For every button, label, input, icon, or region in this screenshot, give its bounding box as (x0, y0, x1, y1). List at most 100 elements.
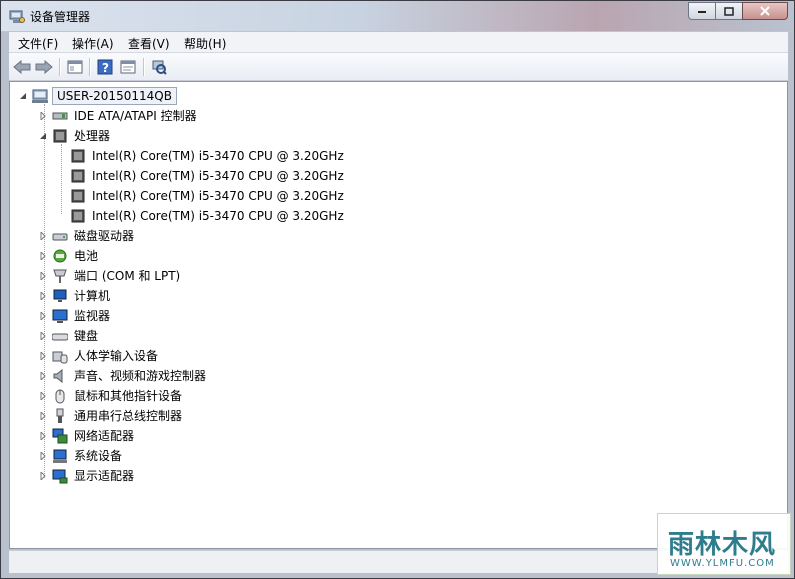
expand-arrow-icon[interactable] (38, 471, 48, 481)
tree-item-label: 端口 (COM 和 LPT) (74, 269, 181, 283)
processor-icon (52, 128, 68, 144)
battery-icon (52, 248, 68, 264)
tree-item-keyboard[interactable]: 键盘 (38, 326, 100, 346)
collapse-arrow-icon[interactable] (18, 91, 28, 101)
tree-item-label: Intel(R) Core(TM) i5-3470 CPU @ 3.20GHz (92, 209, 344, 223)
processor-icon (70, 148, 86, 164)
properties-icon[interactable] (119, 58, 137, 76)
title-bar[interactable]: 设备管理器 (1, 1, 794, 31)
tree-item-label: 监视器 (74, 309, 111, 323)
tree-child-cpu[interactable]: Intel(R) Core(TM) i5-3470 CPU @ 3.20GHz (70, 206, 346, 226)
tree-item-processor[interactable]: 处理器 (38, 126, 112, 146)
expand-arrow-icon[interactable] (38, 331, 48, 341)
port-icon (52, 268, 68, 284)
expand-arrow-icon[interactable] (38, 311, 48, 321)
menu-file[interactable]: 文件(F) (18, 35, 58, 52)
tree-child-cpu[interactable]: Intel(R) Core(TM) i5-3470 CPU @ 3.20GHz (70, 146, 346, 166)
tree-item-battery[interactable]: 电池 (38, 246, 100, 266)
scan-hardware-icon[interactable] (150, 58, 168, 76)
computer-name: USER-20150114QB (52, 87, 177, 105)
tree-item-label: 网络适配器 (74, 429, 135, 443)
monitor-icon (52, 308, 68, 324)
expand-arrow-icon[interactable] (38, 251, 48, 261)
minimize-button[interactable] (688, 2, 716, 20)
watermark-url: WWW.YLMFU.COM (670, 558, 775, 569)
show-hide-console-tree-icon[interactable] (66, 58, 84, 76)
expand-arrow-icon[interactable] (38, 111, 48, 121)
tree-item-label: 通用串行总线控制器 (74, 409, 183, 423)
tree-item-sound[interactable]: 声音、视频和游戏控制器 (38, 366, 208, 386)
usb-icon (52, 408, 68, 424)
collapse-arrow-icon[interactable] (38, 131, 48, 141)
expand-arrow-icon[interactable] (38, 351, 48, 361)
toolbar: ? (9, 53, 788, 81)
menu-bar: 文件(F) 操作(A) 查看(V) 帮助(H) (9, 32, 788, 53)
device-manager-window: 设备管理器 文件(F) 操作(A) 查看(V) 帮助(H) ? USER-201… (0, 0, 795, 579)
tree-item-disk-drives[interactable]: 磁盘驱动器 (38, 226, 136, 246)
expand-arrow-icon[interactable] (38, 231, 48, 241)
tree-item-label: 计算机 (74, 289, 111, 303)
close-button[interactable] (742, 2, 788, 20)
display-adapter-icon (52, 468, 68, 484)
tree-item-computer[interactable]: 计算机 (38, 286, 112, 306)
tree-item-monitors[interactable]: 监视器 (38, 306, 112, 326)
expand-arrow-icon[interactable] (38, 371, 48, 381)
expand-arrow-icon[interactable] (38, 451, 48, 461)
tree-child-cpu[interactable]: Intel(R) Core(TM) i5-3470 CPU @ 3.20GHz (70, 166, 346, 186)
menu-help[interactable]: 帮助(H) (184, 35, 226, 52)
tree-item-network[interactable]: 网络适配器 (38, 426, 136, 446)
tree-item-label: 人体学输入设备 (74, 349, 159, 363)
processor-icon (70, 208, 86, 224)
device-tree: USER-20150114QB IDE ATA/ATAPI 控制器 处理器 In… (9, 81, 788, 549)
menu-view[interactable]: 查看(V) (128, 35, 170, 52)
tree-item-label: Intel(R) Core(TM) i5-3470 CPU @ 3.20GHz (92, 189, 344, 203)
tree-item-label: 系统设备 (74, 449, 123, 463)
tree-item-label: Intel(R) Core(TM) i5-3470 CPU @ 3.20GHz (92, 169, 344, 183)
tree-item-hid[interactable]: 人体学输入设备 (38, 346, 160, 366)
computer-icon (52, 288, 68, 304)
help-icon[interactable]: ? (96, 58, 114, 76)
tree-item-usb[interactable]: 通用串行总线控制器 (38, 406, 184, 426)
tree-item-label: 声音、视频和游戏控制器 (74, 369, 207, 383)
watermark-logo: 雨林木风 WWW.YLMFU.COM (657, 513, 791, 575)
tree-item-ports[interactable]: 端口 (COM 和 LPT) (38, 266, 182, 286)
processor-icon (70, 188, 86, 204)
svg-text:?: ? (102, 61, 109, 75)
device-manager-icon (9, 8, 25, 24)
tree-item-system-devices[interactable]: 系统设备 (38, 446, 124, 466)
back-arrow-icon[interactable] (13, 58, 31, 76)
mouse-icon (52, 388, 68, 404)
disk-drive-icon (52, 228, 68, 244)
expand-arrow-icon[interactable] (38, 391, 48, 401)
tree-item-mouse[interactable]: 鼠标和其他指针设备 (38, 386, 184, 406)
keyboard-icon (52, 328, 68, 344)
computer-icon (32, 88, 48, 104)
expand-arrow-icon[interactable] (38, 271, 48, 281)
forward-arrow-icon[interactable] (35, 58, 53, 76)
expand-arrow-icon[interactable] (38, 291, 48, 301)
tree-item-label: 电池 (74, 249, 99, 263)
ide-controller-icon (52, 108, 68, 124)
tree-item-display-adapters[interactable]: 显示适配器 (38, 466, 136, 486)
tree-root[interactable]: USER-20150114QB (18, 86, 177, 106)
tree-item-ide[interactable]: IDE ATA/ATAPI 控制器 (38, 106, 199, 126)
expand-arrow-icon[interactable] (38, 411, 48, 421)
tree-item-label: 键盘 (74, 329, 99, 343)
watermark-text: 雨林木风 (668, 530, 777, 560)
tree-item-label: 显示适配器 (74, 469, 135, 483)
tree-item-label: Intel(R) Core(TM) i5-3470 CPU @ 3.20GHz (92, 149, 344, 163)
tree-item-label: 磁盘驱动器 (74, 229, 135, 243)
expand-arrow-icon[interactable] (38, 431, 48, 441)
tree-item-label: IDE ATA/ATAPI 控制器 (74, 109, 197, 123)
hid-icon (52, 348, 68, 364)
tree-child-cpu[interactable]: Intel(R) Core(TM) i5-3470 CPU @ 3.20GHz (70, 186, 346, 206)
system-devices-icon (52, 448, 68, 464)
tree-item-label: 鼠标和其他指针设备 (74, 389, 183, 403)
speaker-icon (52, 368, 68, 384)
processor-icon (70, 168, 86, 184)
maximize-button[interactable] (715, 2, 743, 20)
tree-item-label: 处理器 (74, 129, 111, 143)
menu-action[interactable]: 操作(A) (72, 35, 114, 52)
network-adapter-icon (52, 428, 68, 444)
window-title: 设备管理器 (30, 10, 91, 24)
